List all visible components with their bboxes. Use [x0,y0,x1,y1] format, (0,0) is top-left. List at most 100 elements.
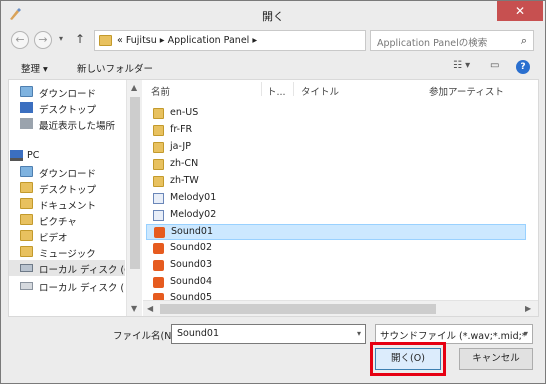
nav-pane-scrollbar[interactable]: ▲ ▼ [126,80,142,316]
navigation-bar: ← → ▾ ↑ « Fujitsu ▸ Application Panel ▸ … [1,29,545,53]
column-header-title[interactable]: タイトル [301,84,339,98]
file-row[interactable]: zh-CN [146,157,526,173]
file-name: Melody01 [170,192,217,203]
desktop-folder-icon [20,182,33,193]
forward-button[interactable]: → [34,31,52,49]
file-name: fr-FR [170,124,193,135]
help-icon[interactable]: ? [516,60,530,74]
file-row[interactable]: en-US [146,106,526,122]
file-row-selected[interactable]: Sound01 [146,224,526,240]
nav-item-label: ダウンロード [39,169,97,180]
file-row[interactable]: ja-JP [146,140,526,156]
search-placeholder: Application Panelの検索 [377,38,488,49]
window-title: 開く [262,10,284,23]
open-file-dialog: 開く ✕ ← → ▾ ↑ « Fujitsu ▸ Application Pan… [0,0,546,384]
nav-item-label: ビデオ [39,233,68,244]
file-name: Sound03 [170,259,213,270]
file-row[interactable]: Sound04 [146,275,526,291]
back-button[interactable]: ← [11,31,29,49]
column-separator[interactable] [261,82,262,96]
search-icon[interactable]: ⌕ [521,34,527,48]
folder-icon [153,108,164,119]
filename-input[interactable]: Sound01 ▾ [171,324,366,344]
address-bar[interactable]: « Fujitsu ▸ Application Panel ▸ ▾ ⟳ [94,30,445,51]
navigation-pane: ダウンロード デスクトップ 最近表示した場所 PC ダウンロード デスクトップ [9,80,125,316]
search-input[interactable]: Application Panelの検索 ⌕ [370,30,534,51]
nav-item-pc-desktop[interactable]: デスクトップ [9,180,125,196]
file-row[interactable]: fr-FR [146,123,526,139]
file-name: en-US [170,107,199,118]
pc-icon [10,150,23,161]
local-disk-icon [20,264,33,272]
column-header-artist[interactable]: 参加アーティスト [429,84,504,98]
scroll-up-icon[interactable]: ▲ [131,83,137,92]
scroll-right-icon[interactable]: ▶ [525,304,531,313]
nav-item-label: PC [27,150,40,161]
chevron-down-icon[interactable]: ▾ [524,329,528,338]
file-name: zh-CN [170,158,199,169]
file-name: ja-JP [170,141,191,152]
documents-folder-icon [20,198,33,209]
column-header-name[interactable]: 名前 [151,84,170,98]
recent-locations-button[interactable]: ▾ [59,34,63,43]
nav-item-label: ピクチャ [39,217,77,228]
view-options-icon[interactable]: ☷ ▾ [453,60,470,71]
file-name: Sound04 [170,276,213,287]
column-separator[interactable] [293,82,294,96]
scrollbar-thumb[interactable] [160,304,436,314]
open-button[interactable]: 開く(O) [375,348,441,370]
filename-label: ファイル名(N): [113,331,179,342]
file-row[interactable]: Sound05 [146,291,526,300]
nav-item-videos[interactable]: ビデオ [9,228,125,244]
folder-icon [153,142,164,153]
nav-item-pc-downloads[interactable]: ダウンロード [9,164,125,180]
nav-item-recent-places[interactable]: 最近表示した場所 [9,116,125,132]
file-row[interactable]: zh-TW [146,174,526,190]
nav-item-downloads[interactable]: ダウンロード [9,84,125,100]
folder-icon [99,35,112,46]
nav-item-music[interactable]: ミュージック [9,244,125,260]
nav-item-label: デスクトップ [39,105,97,116]
pictures-folder-icon [20,214,33,225]
new-folder-button[interactable]: 新しいフォルダー [77,61,153,75]
nav-item-label: ダウンロード [39,89,97,100]
file-type-select[interactable]: サウンドファイル (*.wav;*.mid;* ▾ [375,324,533,344]
scroll-down-icon[interactable]: ▼ [131,304,137,313]
nav-item-local-disk-c[interactable]: ローカル ディスク (C [9,260,125,276]
audio-file-icon [153,243,164,254]
local-disk-icon [20,282,33,290]
organize-button[interactable]: 整理 ▾ [21,61,48,75]
audio-file-icon [153,293,164,300]
scrollbar-thumb[interactable] [130,97,140,269]
file-row[interactable]: Melody01 [146,191,526,207]
nav-item-pc[interactable]: PC [9,148,125,164]
column-header-type[interactable]: ト... [267,84,286,98]
audio-file-icon [154,227,165,238]
file-row[interactable]: Sound03 [146,258,526,274]
title-bar: 開く ✕ [1,1,545,29]
file-row[interactable]: Sound02 [146,241,526,257]
file-list-horizontal-scrollbar[interactable]: ◀ ▶ [143,300,538,316]
nav-item-pictures[interactable]: ピクチャ [9,212,125,228]
download-folder-icon [20,86,33,97]
nav-item-label: 最近表示した場所 [39,121,116,132]
up-button[interactable]: ↑ [75,32,85,46]
file-name: Sound02 [170,242,213,253]
desktop-icon [20,102,33,113]
scroll-left-icon[interactable]: ◀ [147,304,153,313]
close-button[interactable]: ✕ [497,1,543,21]
preview-pane-icon[interactable]: ▭ [490,60,499,71]
cancel-button[interactable]: キャンセル [459,348,533,370]
nav-item-local-disk-d[interactable]: ローカル ディスク (D [9,278,125,294]
file-name: Sound05 [170,292,213,300]
file-row[interactable]: Melody02 [146,208,526,224]
file-type-value: サウンドファイル (*.wav;*.mid;* [380,331,527,342]
nav-item-label: ミュージック [39,249,96,260]
file-name: zh-TW [170,175,199,186]
nav-item-documents[interactable]: ドキュメント [9,196,125,212]
chevron-down-icon[interactable]: ▾ [357,329,361,338]
midi-file-icon [153,193,164,204]
folder-icon [153,125,164,136]
nav-item-desktop[interactable]: デスクトップ [9,100,125,116]
music-folder-icon [20,246,33,257]
